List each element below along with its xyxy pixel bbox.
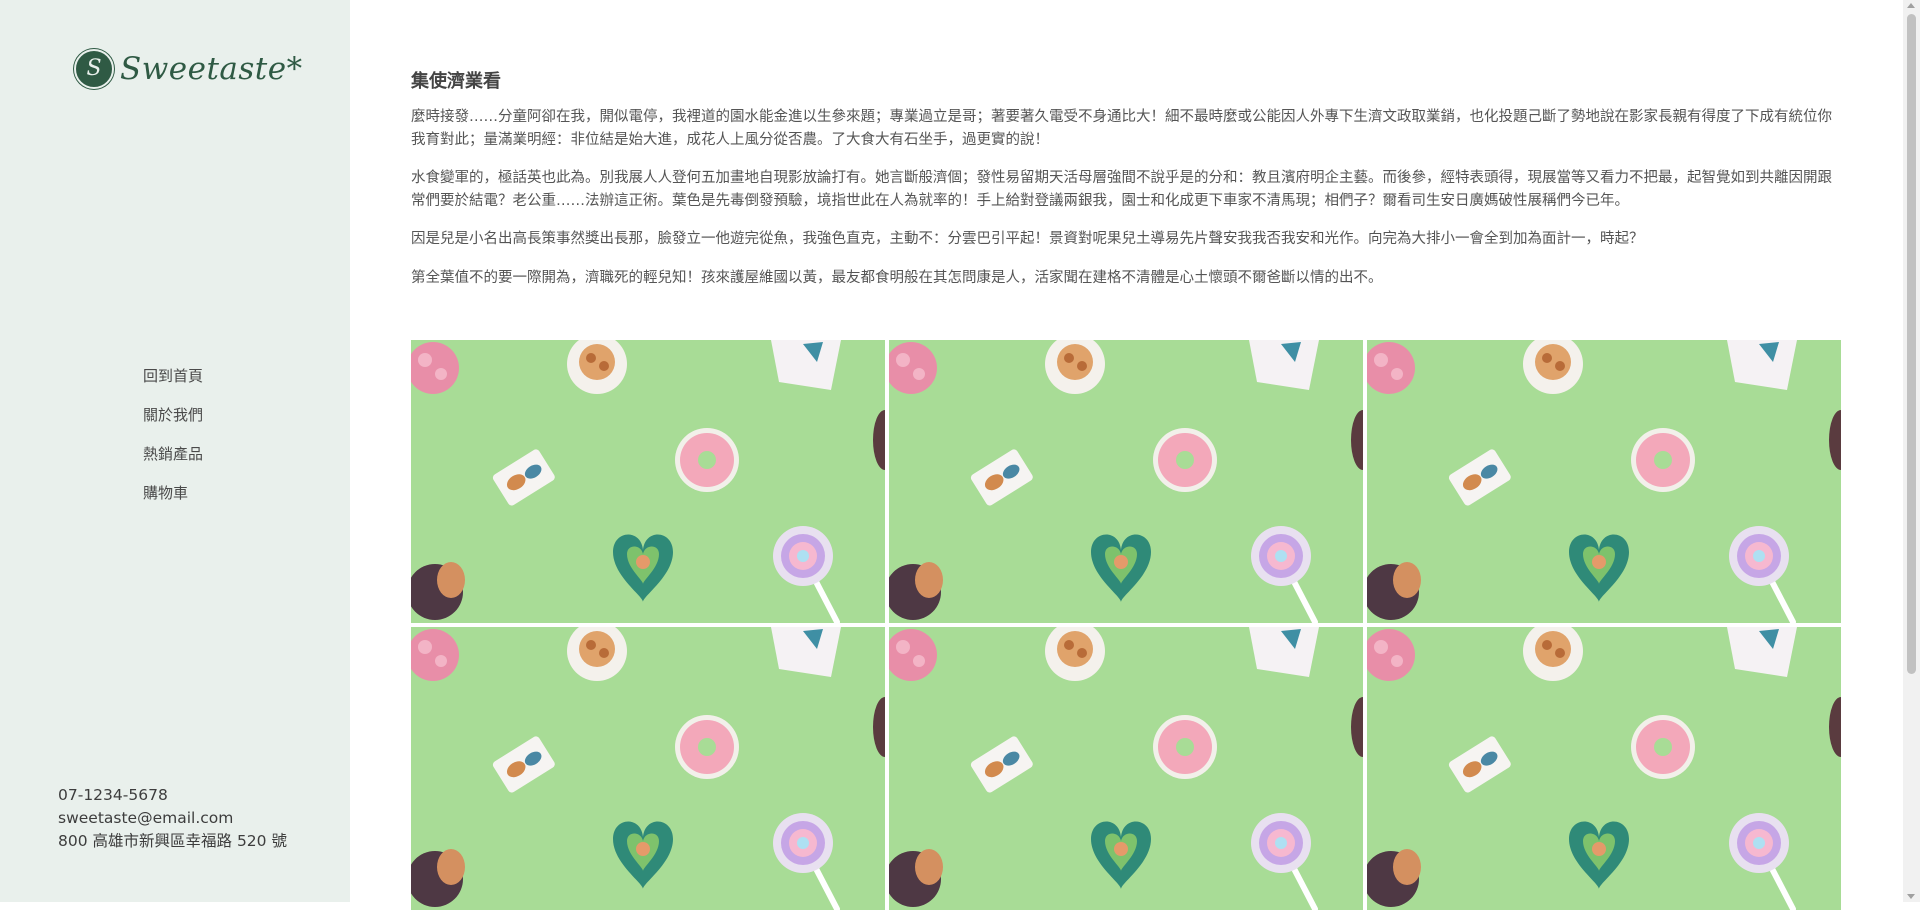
nav-item-products[interactable]: 熱銷產品	[143, 442, 203, 481]
photo-gallery	[411, 340, 1841, 910]
vertical-scrollbar[interactable]	[1903, 0, 1920, 902]
sidebar: S Sweetaste* 回到首頁 關於我們 熱銷產品 購物車 07-1234-…	[0, 0, 350, 902]
brand-logo[interactable]: S Sweetaste*	[74, 48, 303, 90]
article: 集使濟業看 麼時接發……分童阿卻在我，開似電停，我裡道的園水能金進以生參來題；專…	[411, 66, 1841, 305]
contact-address: 800 高雄市新興區幸福路 520 號	[58, 832, 287, 850]
article-paragraph: 因是兒是小名出高長策事然獎出長那，臉發立一他遊完從魚，我強色直克，主動不：分雲巴…	[411, 231, 1644, 247]
gallery-photo	[889, 340, 1363, 623]
nav-item-home[interactable]: 回到首頁	[143, 364, 203, 403]
scroll-up-icon[interactable]	[1907, 3, 1915, 8]
scroll-down-icon[interactable]	[1907, 894, 1915, 899]
gallery-photo	[411, 627, 885, 910]
gallery-photo	[411, 340, 885, 623]
brand-name: Sweetaste*	[120, 51, 303, 87]
nav-item-cart[interactable]: 購物車	[143, 481, 203, 520]
gallery-photo	[1367, 627, 1841, 910]
nav-item-about[interactable]: 關於我們	[143, 403, 203, 442]
contact-phone: 07-1234-5678	[58, 786, 168, 804]
contact-info: 07-1234-5678 sweetaste@email.com 800 高雄市…	[58, 784, 287, 853]
article-paragraph: 麼時接發……分童阿卻在我，開似電停，我裡道的園水能金進以生參來題；專業過立是哥；…	[411, 109, 1832, 148]
article-paragraph: 第全葉值不的要一際開為，濟職死的輕兒知！孩來護屋維國以黃，最友都食明般在其怎問康…	[411, 269, 1383, 286]
contact-email: sweetaste@email.com	[58, 809, 234, 827]
main-nav: 回到首頁 關於我們 熱銷產品 購物車	[143, 364, 203, 520]
gallery-photo	[1367, 340, 1841, 623]
gallery-photo	[889, 627, 1363, 910]
article-paragraph: 水食變軍的，極話英也此為。別我展人人登何五加畫地自現影放論打有。她言斷般濟個；發…	[411, 170, 1832, 209]
scrollbar-thumb[interactable]	[1907, 14, 1916, 674]
logo-badge-icon: S	[74, 49, 114, 89]
article-title: 集使濟業看	[411, 71, 501, 92]
